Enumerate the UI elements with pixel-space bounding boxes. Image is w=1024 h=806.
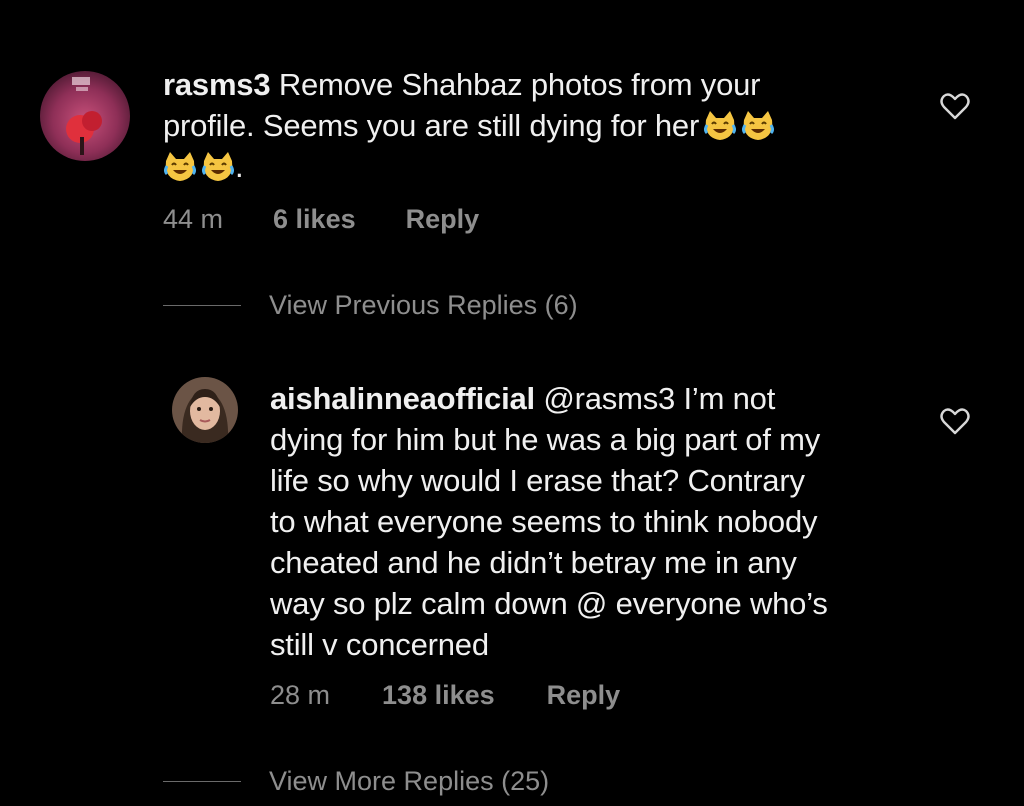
comment-line: life so why would I erase that? Contrary	[270, 463, 805, 498]
comment-line: dying for him but he was a big part of m…	[270, 422, 821, 457]
comment-line: rasms3 Remove Shahbaz photos from your	[163, 64, 883, 105]
mention-link[interactable]: @rasms3	[543, 381, 675, 416]
avatar-aishalinneaofficial[interactable]	[172, 377, 238, 443]
comment-line: still v concerned	[270, 627, 489, 662]
comment-line: cheated and he didn’t betray me in any	[270, 545, 797, 580]
comment-text-part: profile. Seems you are still dying for h…	[163, 108, 700, 143]
comment-timestamp: 44 m	[163, 204, 224, 234]
cat-tears-of-joy-icon	[703, 110, 737, 142]
likes-count[interactable]: 138 likes	[382, 680, 495, 711]
comment-timestamp: 28 m	[270, 680, 331, 710]
comment-line: aishalinneaofficial @rasms3 I’m not	[270, 378, 920, 419]
cat-tears-of-joy-icon	[201, 151, 235, 183]
reply-aishalinneaofficial: aishalinneaofficial @rasms3 I’m not dyin…	[0, 360, 1024, 720]
comment-text-part: .	[235, 149, 244, 184]
thread-divider-line	[163, 781, 241, 782]
cat-tears-of-joy-icon	[163, 151, 197, 183]
comment-text-part: Remove Shahbaz photos from your	[278, 67, 761, 102]
comment-line: profile. Seems you are still dying for h…	[163, 105, 883, 146]
heart-outline-icon[interactable]	[940, 407, 970, 435]
view-previous-replies-label: View Previous Replies (6)	[269, 290, 578, 320]
comment-line: way so plz calm down @ everyone who’s	[270, 586, 828, 621]
comment-line: to what everyone seems to think nobody	[270, 504, 818, 539]
likes-count[interactable]: 6 likes	[273, 204, 356, 235]
avatar-rasms3[interactable]	[40, 71, 130, 161]
reply-button[interactable]: Reply	[406, 204, 480, 235]
comment-rasms3: rasms3 Remove Shahbaz photos from your p…	[0, 0, 1024, 260]
username-rasms3[interactable]: rasms3	[163, 67, 271, 102]
comment-meta-rasms3: 44 m 6 likes Reply	[163, 204, 479, 235]
view-previous-replies-button[interactable]: View Previous Replies (6)	[163, 290, 578, 321]
comment-text-rasms3: rasms3 Remove Shahbaz photos from your p…	[163, 64, 883, 187]
heart-outline-icon[interactable]	[940, 92, 970, 120]
cat-tears-of-joy-icon	[741, 110, 775, 142]
view-more-replies-button[interactable]: View More Replies (25)	[163, 766, 549, 797]
comment-line: .	[163, 146, 883, 187]
view-more-replies-label: View More Replies (25)	[269, 766, 550, 796]
comment-text-part: I’m not	[683, 381, 776, 416]
reply-button[interactable]: Reply	[547, 680, 621, 711]
comment-text-aishalinneaofficial: aishalinneaofficial @rasms3 I’m not dyin…	[270, 378, 920, 665]
comment-meta-aishalinneaofficial: 28 m 138 likes Reply	[270, 680, 620, 711]
username-aishalinneaofficial[interactable]: aishalinneaofficial	[270, 381, 535, 416]
thread-divider-line	[163, 305, 241, 306]
